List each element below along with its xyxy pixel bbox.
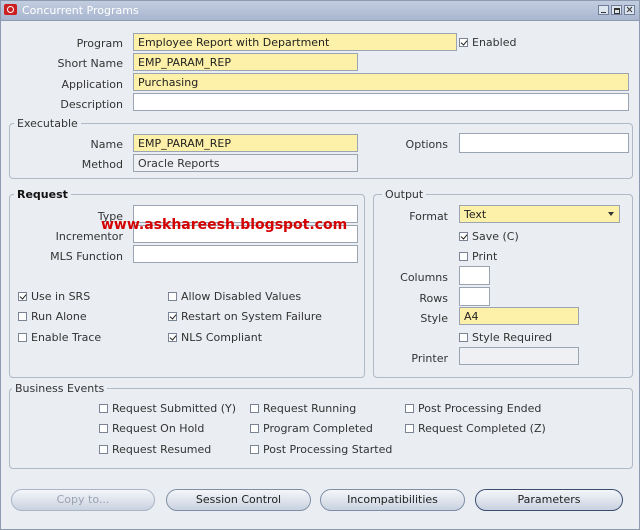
program-completed-label: Program Completed <box>263 422 373 435</box>
title-bar: Concurrent Programs <box>1 1 639 21</box>
request-group-title: Request <box>14 188 71 201</box>
enabled-checkbox[interactable]: Enabled <box>459 36 516 49</box>
style-required-checkbox[interactable]: Style Required <box>459 331 552 344</box>
request-running-checkbox[interactable]: Request Running <box>250 402 356 415</box>
restart-on-failure-label: Restart on System Failure <box>181 310 322 323</box>
executable-name-label: Name <box>90 138 123 151</box>
post-processing-ended-label: Post Processing Ended <box>418 402 542 415</box>
program-completed-box[interactable] <box>250 424 259 433</box>
enable-trace-box[interactable] <box>18 333 27 342</box>
enable-trace-label: Enable Trace <box>31 331 102 344</box>
parameters-button[interactable]: Parameters <box>475 489 623 511</box>
style-field[interactable]: A4 <box>459 307 579 325</box>
description-label: Description <box>60 98 123 111</box>
description-field[interactable] <box>133 93 629 111</box>
enabled-checkbox-label: Enabled <box>472 36 517 49</box>
concurrent-programs-window: Concurrent Programs Program Employee Rep… <box>0 0 640 530</box>
run-alone-label: Run Alone <box>31 310 87 323</box>
program-label: Program <box>76 37 123 50</box>
request-completed-label: Request Completed (Z) <box>418 422 546 435</box>
format-select-value: Text <box>464 208 487 221</box>
save-checkbox-box[interactable] <box>459 232 468 241</box>
method-label: Method <box>81 158 123 171</box>
post-processing-ended-box[interactable] <box>405 404 414 413</box>
application-label: Application <box>61 78 123 91</box>
short-name-label: Short Name <box>57 57 123 70</box>
nls-compliant-checkbox[interactable]: NLS Compliant <box>168 331 262 344</box>
print-checkbox-box[interactable] <box>459 252 468 261</box>
output-group-title: Output <box>382 188 427 201</box>
printer-label: Printer <box>411 352 448 365</box>
request-running-label: Request Running <box>263 402 357 415</box>
business-events-group-title: Business Events <box>12 382 108 395</box>
format-select[interactable]: Text <box>459 205 620 223</box>
mls-function-label: MLS Function <box>50 250 123 263</box>
post-processing-ended-checkbox[interactable]: Post Processing Ended <box>405 402 541 415</box>
style-label: Style <box>420 312 448 325</box>
session-control-button[interactable]: Session Control <box>166 489 311 511</box>
post-processing-started-label: Post Processing Started <box>263 443 393 456</box>
allow-disabled-values-label: Allow Disabled Values <box>181 290 302 303</box>
restart-on-failure-box[interactable] <box>168 312 177 321</box>
method-field[interactable]: Oracle Reports <box>133 154 358 172</box>
program-field[interactable]: Employee Report with Department <box>133 33 457 51</box>
copy-to-button[interactable]: Copy to... <box>11 489 155 511</box>
nls-compliant-label: NLS Compliant <box>181 331 263 344</box>
style-required-box[interactable] <box>459 333 468 342</box>
request-resumed-label: Request Resumed <box>112 443 212 456</box>
request-submitted-box[interactable] <box>99 404 108 413</box>
incompatibilities-button[interactable]: Incompatibilities <box>320 489 465 511</box>
application-field[interactable]: Purchasing <box>133 73 629 91</box>
request-on-hold-box[interactable] <box>99 424 108 433</box>
allow-disabled-values-checkbox[interactable]: Allow Disabled Values <box>168 290 301 303</box>
mls-function-field[interactable] <box>133 245 358 263</box>
columns-label: Columns <box>400 271 448 284</box>
format-label: Format <box>409 210 448 223</box>
use-in-srs-checkbox[interactable]: Use in SRS <box>18 290 90 303</box>
run-alone-box[interactable] <box>18 312 27 321</box>
request-completed-box[interactable] <box>405 424 414 433</box>
request-on-hold-checkbox[interactable]: Request On Hold <box>99 422 204 435</box>
print-checkbox-label: Print <box>472 250 498 263</box>
request-resumed-checkbox[interactable]: Request Resumed <box>99 443 211 456</box>
oracle-logo-icon <box>4 4 17 15</box>
executable-name-field[interactable]: EMP_PARAM_REP <box>133 134 358 152</box>
allow-disabled-values-box[interactable] <box>168 292 177 301</box>
minimize-icon[interactable] <box>598 5 609 15</box>
program-completed-checkbox[interactable]: Program Completed <box>250 422 373 435</box>
columns-field[interactable] <box>459 266 490 285</box>
request-submitted-checkbox[interactable]: Request Submitted (Y) <box>99 402 236 415</box>
request-resumed-box[interactable] <box>99 445 108 454</box>
options-label: Options <box>405 138 448 151</box>
request-running-box[interactable] <box>250 404 259 413</box>
enable-trace-checkbox[interactable]: Enable Trace <box>18 331 101 344</box>
maximize-icon[interactable] <box>611 5 622 15</box>
use-in-srs-box[interactable] <box>18 292 27 301</box>
watermark-text: www.askhareesh.blogspot.com <box>101 217 348 233</box>
executable-group-title: Executable <box>14 117 81 130</box>
rows-field[interactable] <box>459 287 490 306</box>
rows-label: Rows <box>419 292 448 305</box>
restart-on-failure-checkbox[interactable]: Restart on System Failure <box>168 310 322 323</box>
style-required-label: Style Required <box>472 331 553 344</box>
short-name-field[interactable]: EMP_PARAM_REP <box>133 53 358 71</box>
post-processing-started-checkbox[interactable]: Post Processing Started <box>250 443 392 456</box>
options-field[interactable] <box>459 133 629 153</box>
printer-field[interactable] <box>459 347 579 365</box>
save-checkbox[interactable]: Save (C) <box>459 230 519 243</box>
close-icon[interactable] <box>624 5 635 15</box>
post-processing-started-box[interactable] <box>250 445 259 454</box>
chevron-down-icon[interactable] <box>608 212 614 216</box>
use-in-srs-label: Use in SRS <box>31 290 91 303</box>
request-on-hold-label: Request On Hold <box>112 422 205 435</box>
enabled-checkbox-box[interactable] <box>459 38 468 47</box>
window-title: Concurrent Programs <box>22 4 139 17</box>
request-submitted-label: Request Submitted (Y) <box>112 402 237 415</box>
print-checkbox[interactable]: Print <box>459 250 497 263</box>
nls-compliant-box[interactable] <box>168 333 177 342</box>
run-alone-checkbox[interactable]: Run Alone <box>18 310 87 323</box>
request-completed-checkbox[interactable]: Request Completed (Z) <box>405 422 546 435</box>
save-checkbox-label: Save (C) <box>472 230 519 243</box>
